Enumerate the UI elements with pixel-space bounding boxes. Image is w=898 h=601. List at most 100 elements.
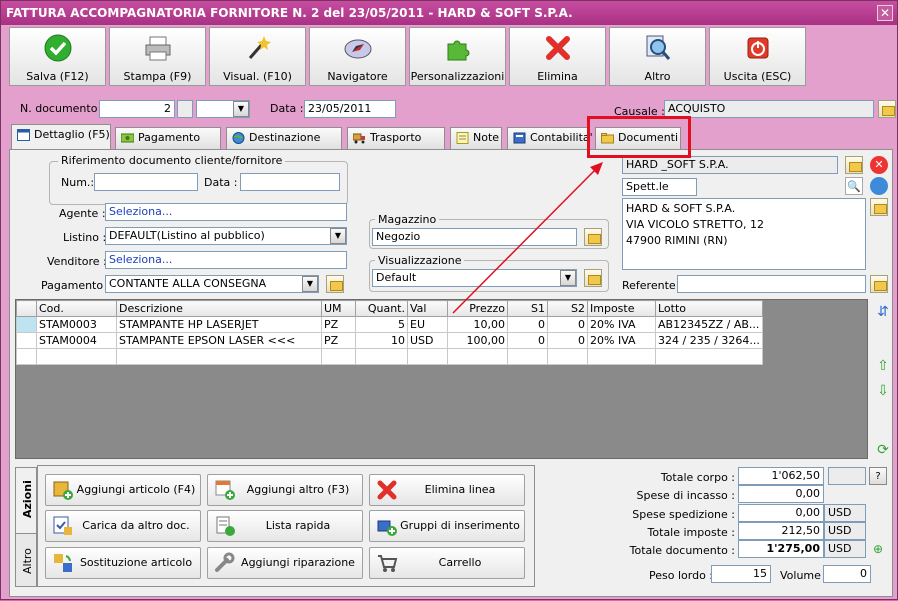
remove-icon[interactable]: ✕ xyxy=(870,156,888,174)
totale-corpo-extra xyxy=(828,467,866,485)
refresh-icon[interactable]: ⟳ xyxy=(874,441,892,459)
salutation-input[interactable]: Spett.le xyxy=(622,178,697,196)
close-icon[interactable]: ✕ xyxy=(877,5,893,21)
pagamento-folder-icon[interactable] xyxy=(326,275,344,293)
doc-number-suffix[interactable] xyxy=(177,100,193,118)
spedizione-currency: USD xyxy=(824,504,866,522)
table-row[interactable] xyxy=(16,348,763,365)
chevron-down-icon[interactable]: ▼ xyxy=(302,276,318,292)
spese-spedizione-input[interactable]: 0,00 xyxy=(738,504,824,522)
quick-list-icon xyxy=(216,516,235,536)
listino-select[interactable]: DEFAULT(Listino al pubblico) xyxy=(105,227,347,245)
num-label: Num.: xyxy=(61,176,95,189)
pagamento-select[interactable]: CONTANTE ALLA CONSEGNA xyxy=(105,275,319,293)
print-button[interactable]: Stampa (F9) xyxy=(109,27,206,86)
replace-article-button[interactable]: Sostituzione articolo xyxy=(45,547,201,579)
chevron-down-icon[interactable]: ▼ xyxy=(560,270,576,286)
add-other-button[interactable]: Aggiungi altro (F3) xyxy=(207,474,363,506)
groups-icon xyxy=(377,520,397,536)
delete-line-button[interactable]: Elimina linea xyxy=(369,474,525,506)
column-header[interactable]: Descrizione xyxy=(116,300,322,317)
column-header[interactable]: Imposte xyxy=(587,300,656,317)
load-doc-button[interactable]: Carica da altro doc. xyxy=(45,510,201,542)
documento-currency: USD xyxy=(824,540,866,558)
column-header[interactable]: Cod. xyxy=(36,300,117,317)
exit-button[interactable]: Uscita (ESC) xyxy=(709,27,806,86)
address-box[interactable]: HARD & SOFT S.P.A. VIA VICOLO STRETTO, 1… xyxy=(622,198,866,270)
chevron-down-icon[interactable]: ▼ xyxy=(330,228,346,244)
magazzino-folder-icon[interactable] xyxy=(584,228,602,246)
volume-input[interactable]: 0 xyxy=(823,565,871,583)
customizations-button[interactable]: Personalizzazioni xyxy=(409,27,506,86)
tab-pagamento[interactable]: Pagamento (F6) xyxy=(115,127,221,164)
move-down-icon[interactable]: ⇩ xyxy=(874,382,892,400)
power-icon xyxy=(747,37,769,59)
reference-date-label: Data : xyxy=(204,176,238,189)
spese-incasso-input[interactable]: 0,00 xyxy=(738,485,824,503)
supplier-folder-icon[interactable] xyxy=(845,156,863,174)
referente-folder-icon[interactable] xyxy=(870,275,888,293)
save-button[interactable]: Salva (F12) xyxy=(9,27,106,86)
supplier-name-input[interactable]: HARD _SOFT S.P.A. xyxy=(622,156,838,174)
delete-x-icon xyxy=(546,36,570,60)
spese-spedizione-label: Spese spedizione : xyxy=(632,508,735,521)
column-header[interactable]: S2 xyxy=(547,300,588,317)
agente-input[interactable]: Seleziona... xyxy=(105,203,347,221)
column-header[interactable]: Prezzo xyxy=(447,300,508,317)
address-folder-icon[interactable] xyxy=(870,198,888,216)
truck-icon xyxy=(353,133,365,144)
peso-lordo-label: Peso lordo : xyxy=(649,569,713,582)
person-search-icon[interactable]: 🔍 xyxy=(845,177,863,195)
peso-lordo-input[interactable]: 15 xyxy=(711,565,771,583)
doc-number-input[interactable]: 2 xyxy=(99,100,175,118)
globe-icon[interactable] xyxy=(870,177,888,195)
zoom-in-icon[interactable]: ⊕ xyxy=(869,540,887,558)
column-header[interactable]: Val xyxy=(407,300,448,317)
causale-folder-icon[interactable] xyxy=(878,100,896,118)
table-row[interactable]: STAM0003 STAMPANTE HP LASERJET PZ 5 EU 1… xyxy=(16,316,763,333)
column-header[interactable]: UM xyxy=(321,300,356,317)
reference-num-input[interactable] xyxy=(94,173,198,191)
book-icon xyxy=(513,132,526,144)
window-title: FATTURA ACCOMPAGNATORIA FORNITORE N. 2 d… xyxy=(6,6,573,20)
tab-trasporto[interactable]: Trasporto (F8) xyxy=(347,127,445,164)
column-header[interactable]: Quant. xyxy=(355,300,408,317)
visualizzazione-folder-icon[interactable] xyxy=(584,269,602,287)
doc-number-label: N. documento : xyxy=(20,102,105,115)
chevron-down-icon[interactable]: ▼ xyxy=(233,101,249,117)
tab-contabilita[interactable]: Contabilita' xyxy=(507,127,593,149)
tab-dettaglio[interactable]: Dettaglio (F5) xyxy=(11,124,111,150)
column-header[interactable]: Lotto xyxy=(655,300,763,317)
totale-documento-value: 1'275,00 xyxy=(738,540,824,558)
totale-corpo-label: Totale corpo : xyxy=(660,471,735,484)
table-row[interactable]: STAM0004 STAMPANTE EPSON LASER <<< PZ 10… xyxy=(16,332,763,349)
other-button[interactable]: Altro xyxy=(609,27,706,86)
magazzino-input[interactable]: Negozio xyxy=(372,228,577,246)
add-article-icon xyxy=(53,481,73,500)
help-button[interactable]: ? xyxy=(869,467,887,485)
cart-button[interactable]: Carrello xyxy=(369,547,525,579)
column-header[interactable]: S1 xyxy=(507,300,548,317)
address-line: 47900 RIMINI (RN) xyxy=(626,234,728,247)
insertion-groups-button[interactable]: Gruppi di inserimento xyxy=(369,510,525,542)
date-input[interactable]: 23/05/2011 xyxy=(304,100,396,118)
tab-altro[interactable]: Altro xyxy=(15,533,37,587)
visualizzazione-select[interactable]: Default xyxy=(372,269,577,287)
reference-date-input[interactable] xyxy=(240,173,340,191)
tab-destinazione[interactable]: Destinazione (F7) xyxy=(226,127,342,164)
delete-button[interactable]: Elimina xyxy=(509,27,606,86)
navigator-button[interactable]: Navigatore xyxy=(309,27,406,86)
visualizzazione-title: Visualizzazione xyxy=(375,254,465,267)
causale-input[interactable]: ACQUISTO xyxy=(664,100,874,118)
add-article-button[interactable]: Aggiungi articolo (F4) xyxy=(45,474,201,506)
preview-button[interactable]: Visual. (F10) xyxy=(209,27,306,86)
venditore-input[interactable]: Seleziona... xyxy=(105,251,347,269)
referente-input[interactable] xyxy=(677,275,866,293)
quick-list-button[interactable]: Lista rapida xyxy=(207,510,363,542)
sort-icon[interactable]: ⇵ xyxy=(874,303,892,321)
add-repair-button[interactable]: Aggiungi riparazione xyxy=(207,547,363,579)
check-icon xyxy=(44,34,72,62)
items-grid: Cod. Descrizione UM Quant. Val Prezzo S1… xyxy=(15,299,868,459)
move-up-icon[interactable]: ⇧ xyxy=(874,357,892,375)
tab-note[interactable]: Note xyxy=(450,127,502,149)
